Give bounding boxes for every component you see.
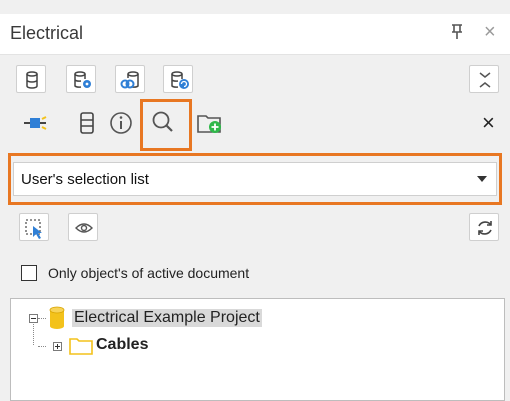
database-refresh-button[interactable] bbox=[163, 65, 193, 93]
tree-connector-line bbox=[33, 321, 34, 345]
select-in-drawing-button[interactable] bbox=[19, 213, 49, 241]
connector-tab[interactable] bbox=[20, 108, 50, 138]
selection-list-dropdown[interactable]: User's selection list bbox=[13, 162, 497, 196]
database-tab[interactable] bbox=[72, 108, 102, 138]
object-tree[interactable]: Electrical Example Project Cables bbox=[10, 298, 505, 401]
cables-expand-toggle[interactable] bbox=[53, 342, 62, 351]
chevron-down-icon[interactable] bbox=[477, 176, 487, 182]
root-collapse-toggle[interactable] bbox=[29, 314, 38, 323]
tree-cables-label[interactable]: Cables bbox=[96, 336, 148, 354]
database-node-icon bbox=[49, 306, 65, 335]
add-folder-tab[interactable] bbox=[195, 108, 225, 138]
tree-root-label[interactable]: Electrical Example Project bbox=[72, 309, 262, 327]
active-document-checkbox[interactable] bbox=[21, 265, 37, 281]
collapse-toolbar-button[interactable] bbox=[469, 65, 499, 93]
pin-icon[interactable] bbox=[449, 23, 465, 41]
selection-list-value: User's selection list bbox=[21, 171, 149, 188]
info-tab[interactable] bbox=[106, 108, 136, 138]
panel-title: Electrical bbox=[10, 23, 84, 43]
database-settings-button[interactable] bbox=[66, 65, 96, 93]
show-button[interactable] bbox=[68, 213, 98, 241]
panel-titlebar: Electrical × bbox=[0, 14, 510, 55]
refresh-button[interactable] bbox=[469, 213, 499, 241]
electrical-panel: Electrical × × User's selection list Onl… bbox=[0, 0, 510, 401]
database-button[interactable] bbox=[16, 65, 46, 93]
tree-connector-line bbox=[38, 346, 46, 347]
active-document-checkbox-label: Only object's of active document bbox=[48, 265, 250, 281]
close-panel-icon[interactable]: × bbox=[484, 21, 496, 44]
search-tab-highlight bbox=[140, 99, 192, 151]
close-tabs-icon[interactable]: × bbox=[482, 110, 495, 136]
folder-icon bbox=[69, 335, 93, 360]
database-link-button[interactable] bbox=[115, 65, 145, 93]
tree-connector-line bbox=[38, 318, 46, 319]
